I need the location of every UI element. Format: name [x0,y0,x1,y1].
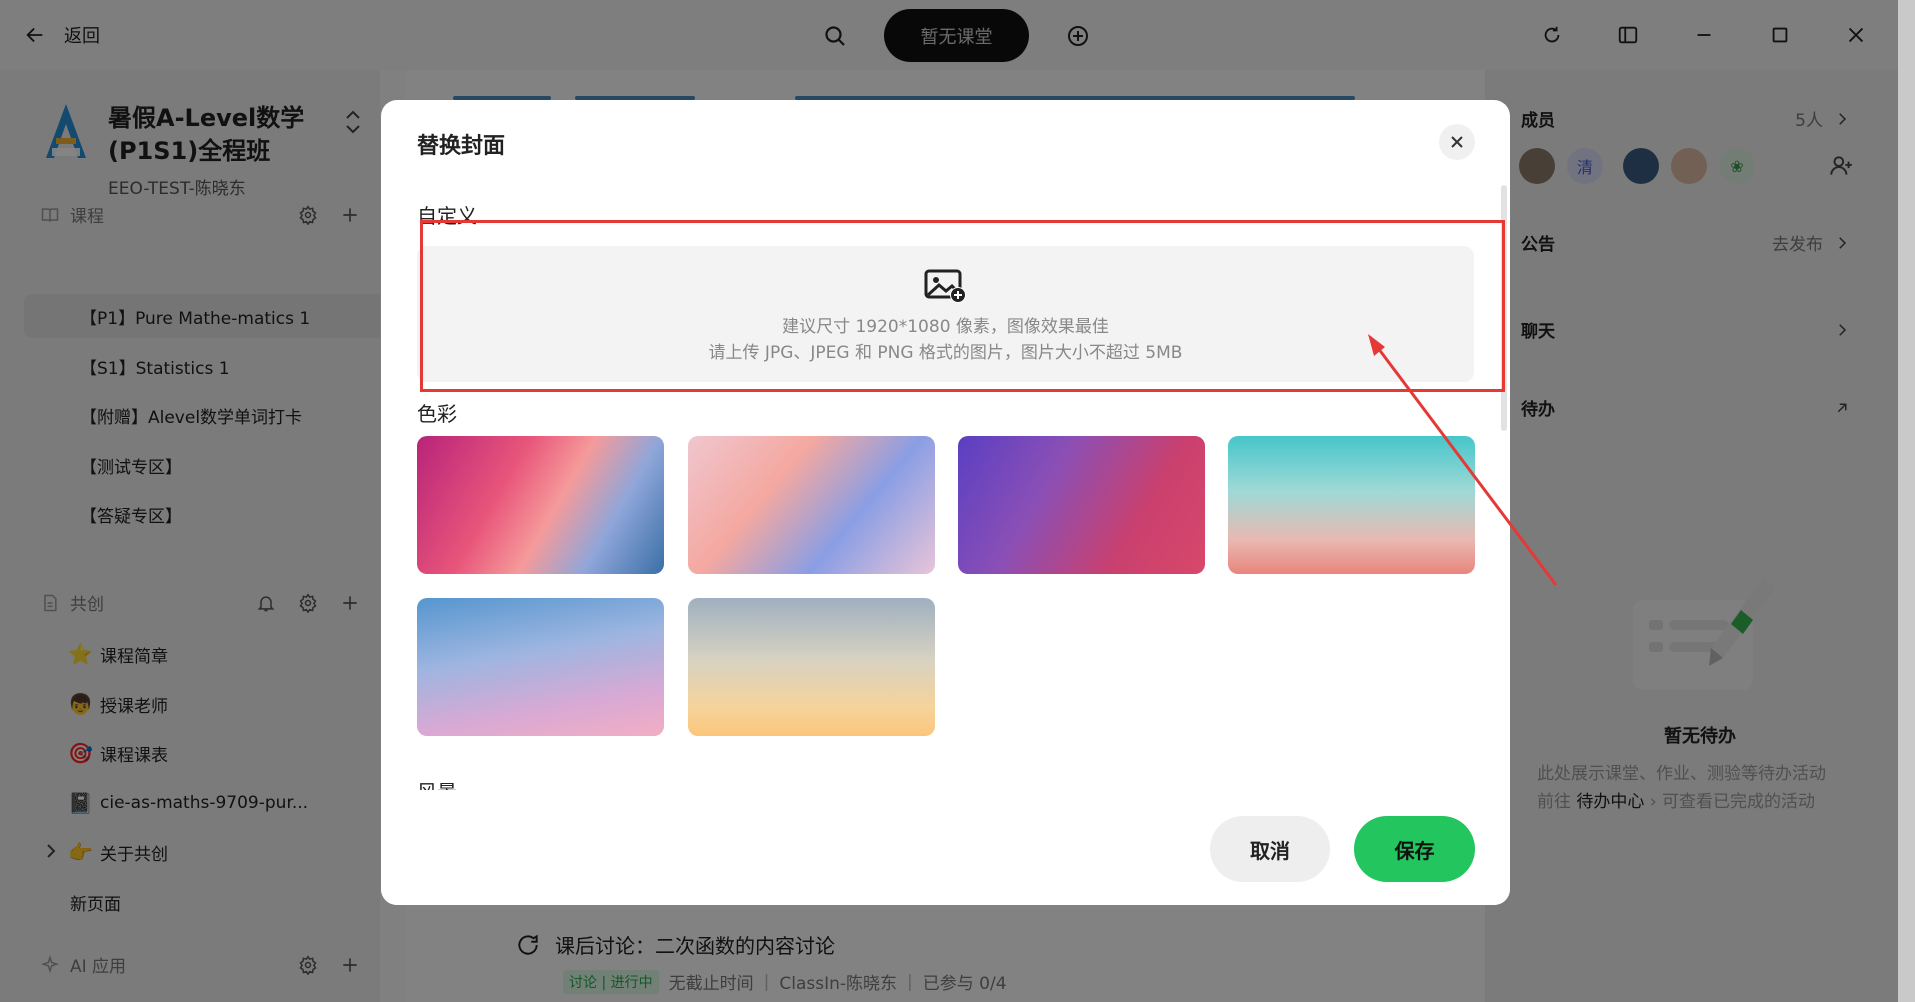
add-image-icon [924,269,966,303]
replace-cover-dialog: 替换封面 自定义 建议尺寸 1920*1080 像素，图像效果最佳 请上传 JP… [381,100,1510,905]
cover-swatch[interactable] [417,436,664,574]
cover-swatch[interactable] [688,436,935,574]
close-icon [1451,136,1463,148]
save-button[interactable]: 保存 [1354,816,1475,882]
color-section-label: 色彩 [417,402,457,426]
cover-swatch[interactable] [688,598,935,736]
dialog-close-button[interactable] [1439,124,1475,160]
dialog-title: 替换封面 [417,134,506,159]
custom-section-label: 自定义 [417,204,477,228]
upload-area[interactable]: 建议尺寸 1920*1080 像素，图像效果最佳 请上传 JPG、JPEG 和 … [417,246,1474,382]
cover-swatch[interactable] [417,598,664,736]
cancel-button[interactable]: 取消 [1210,816,1330,882]
upload-hint-size: 建议尺寸 1920*1080 像素，图像效果最佳 [782,317,1109,337]
window-scrollbar[interactable] [1898,0,1915,1002]
upload-hint-format: 请上传 JPG、JPEG 和 PNG 格式的图片，图片大小不超过 5MB [708,343,1183,363]
cover-swatch[interactable] [1228,436,1475,574]
cover-swatch[interactable] [958,436,1205,574]
dialog-footer [381,790,1510,905]
dialog-scrollbar[interactable] [1501,185,1507,431]
